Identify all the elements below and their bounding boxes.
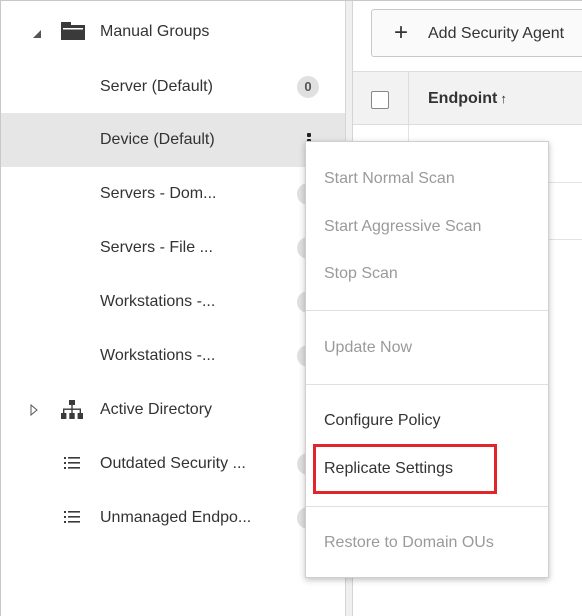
tree-item-label: Unmanaged Endpo... xyxy=(100,509,252,526)
add-security-agent-label: Add Security Agent xyxy=(428,25,565,42)
menu-item-configure-policy[interactable]: Configure Policy xyxy=(324,412,441,430)
group-tree-panel: Manual Groups Server (Default) 0 Device … xyxy=(1,1,345,616)
group-context-menu: Start Normal Scan Start Aggressive Scan … xyxy=(305,141,549,578)
column-header-label: Endpoint xyxy=(428,90,498,107)
tree-item-unmanaged-endpoints[interactable]: Unmanaged Endpo... xyxy=(1,491,345,545)
table-header: Endpoint ↑ xyxy=(353,71,582,126)
column-header-endpoint[interactable]: Endpoint ↑ xyxy=(428,90,507,108)
select-all-checkbox[interactable] xyxy=(371,91,389,109)
highlight-annotation xyxy=(313,444,497,494)
tree-item-label: Active Directory xyxy=(100,401,213,418)
menu-item-update-now[interactable]: Update Now xyxy=(324,339,412,357)
tree-item-workstations-1[interactable]: Workstations -... xyxy=(1,275,345,329)
tree-item-server-default[interactable]: Server (Default) 0 xyxy=(1,60,345,114)
count-badge: 0 xyxy=(297,76,319,98)
collapsed-caret-icon[interactable] xyxy=(30,404,38,416)
tree-item-label: Manual Groups xyxy=(100,23,210,40)
tree-item-label: Servers - File ... xyxy=(100,239,213,256)
tree-item-label: Workstations -... xyxy=(100,347,216,364)
tree-item-workstations-2[interactable]: Workstations -... xyxy=(1,329,345,383)
menu-item-restore-to-domain-ous[interactable]: Restore to Domain OUs xyxy=(324,534,494,552)
plus-icon: + xyxy=(394,19,409,46)
tree-item-label: Workstations -... xyxy=(100,293,216,310)
tree-item-label: Device (Default) xyxy=(100,131,215,148)
sort-ascending-icon: ↑ xyxy=(500,91,507,106)
tree-item-servers-file[interactable]: Servers - File ... xyxy=(1,221,345,275)
expanded-caret-icon[interactable] xyxy=(32,29,42,39)
org-tree-icon xyxy=(61,400,83,419)
tree-item-active-directory[interactable]: Active Directory xyxy=(1,383,345,437)
tree-item-servers-domain[interactable]: Servers - Dom... xyxy=(1,167,345,221)
list-icon xyxy=(64,511,80,523)
menu-item-stop-scan[interactable]: Stop Scan xyxy=(324,265,398,283)
tree-item-device-default[interactable]: Device (Default) xyxy=(1,113,345,167)
list-icon xyxy=(64,457,80,469)
add-security-agent-button[interactable]: + Add Security Agent xyxy=(371,9,582,57)
menu-separator xyxy=(306,384,548,385)
folder-icon xyxy=(61,22,85,40)
column-divider xyxy=(408,72,409,126)
menu-separator xyxy=(306,310,548,311)
tree-item-label: Server (Default) xyxy=(100,78,213,95)
menu-item-start-aggressive-scan[interactable]: Start Aggressive Scan xyxy=(324,218,481,236)
tree-item-manual-groups[interactable]: Manual Groups xyxy=(1,5,345,59)
tree-item-label: Servers - Dom... xyxy=(100,185,217,202)
tree-item-outdated-security[interactable]: Outdated Security ... xyxy=(1,437,345,491)
menu-separator xyxy=(306,506,548,507)
tree-item-label: Outdated Security ... xyxy=(100,455,246,472)
menu-item-start-normal-scan[interactable]: Start Normal Scan xyxy=(324,170,455,188)
